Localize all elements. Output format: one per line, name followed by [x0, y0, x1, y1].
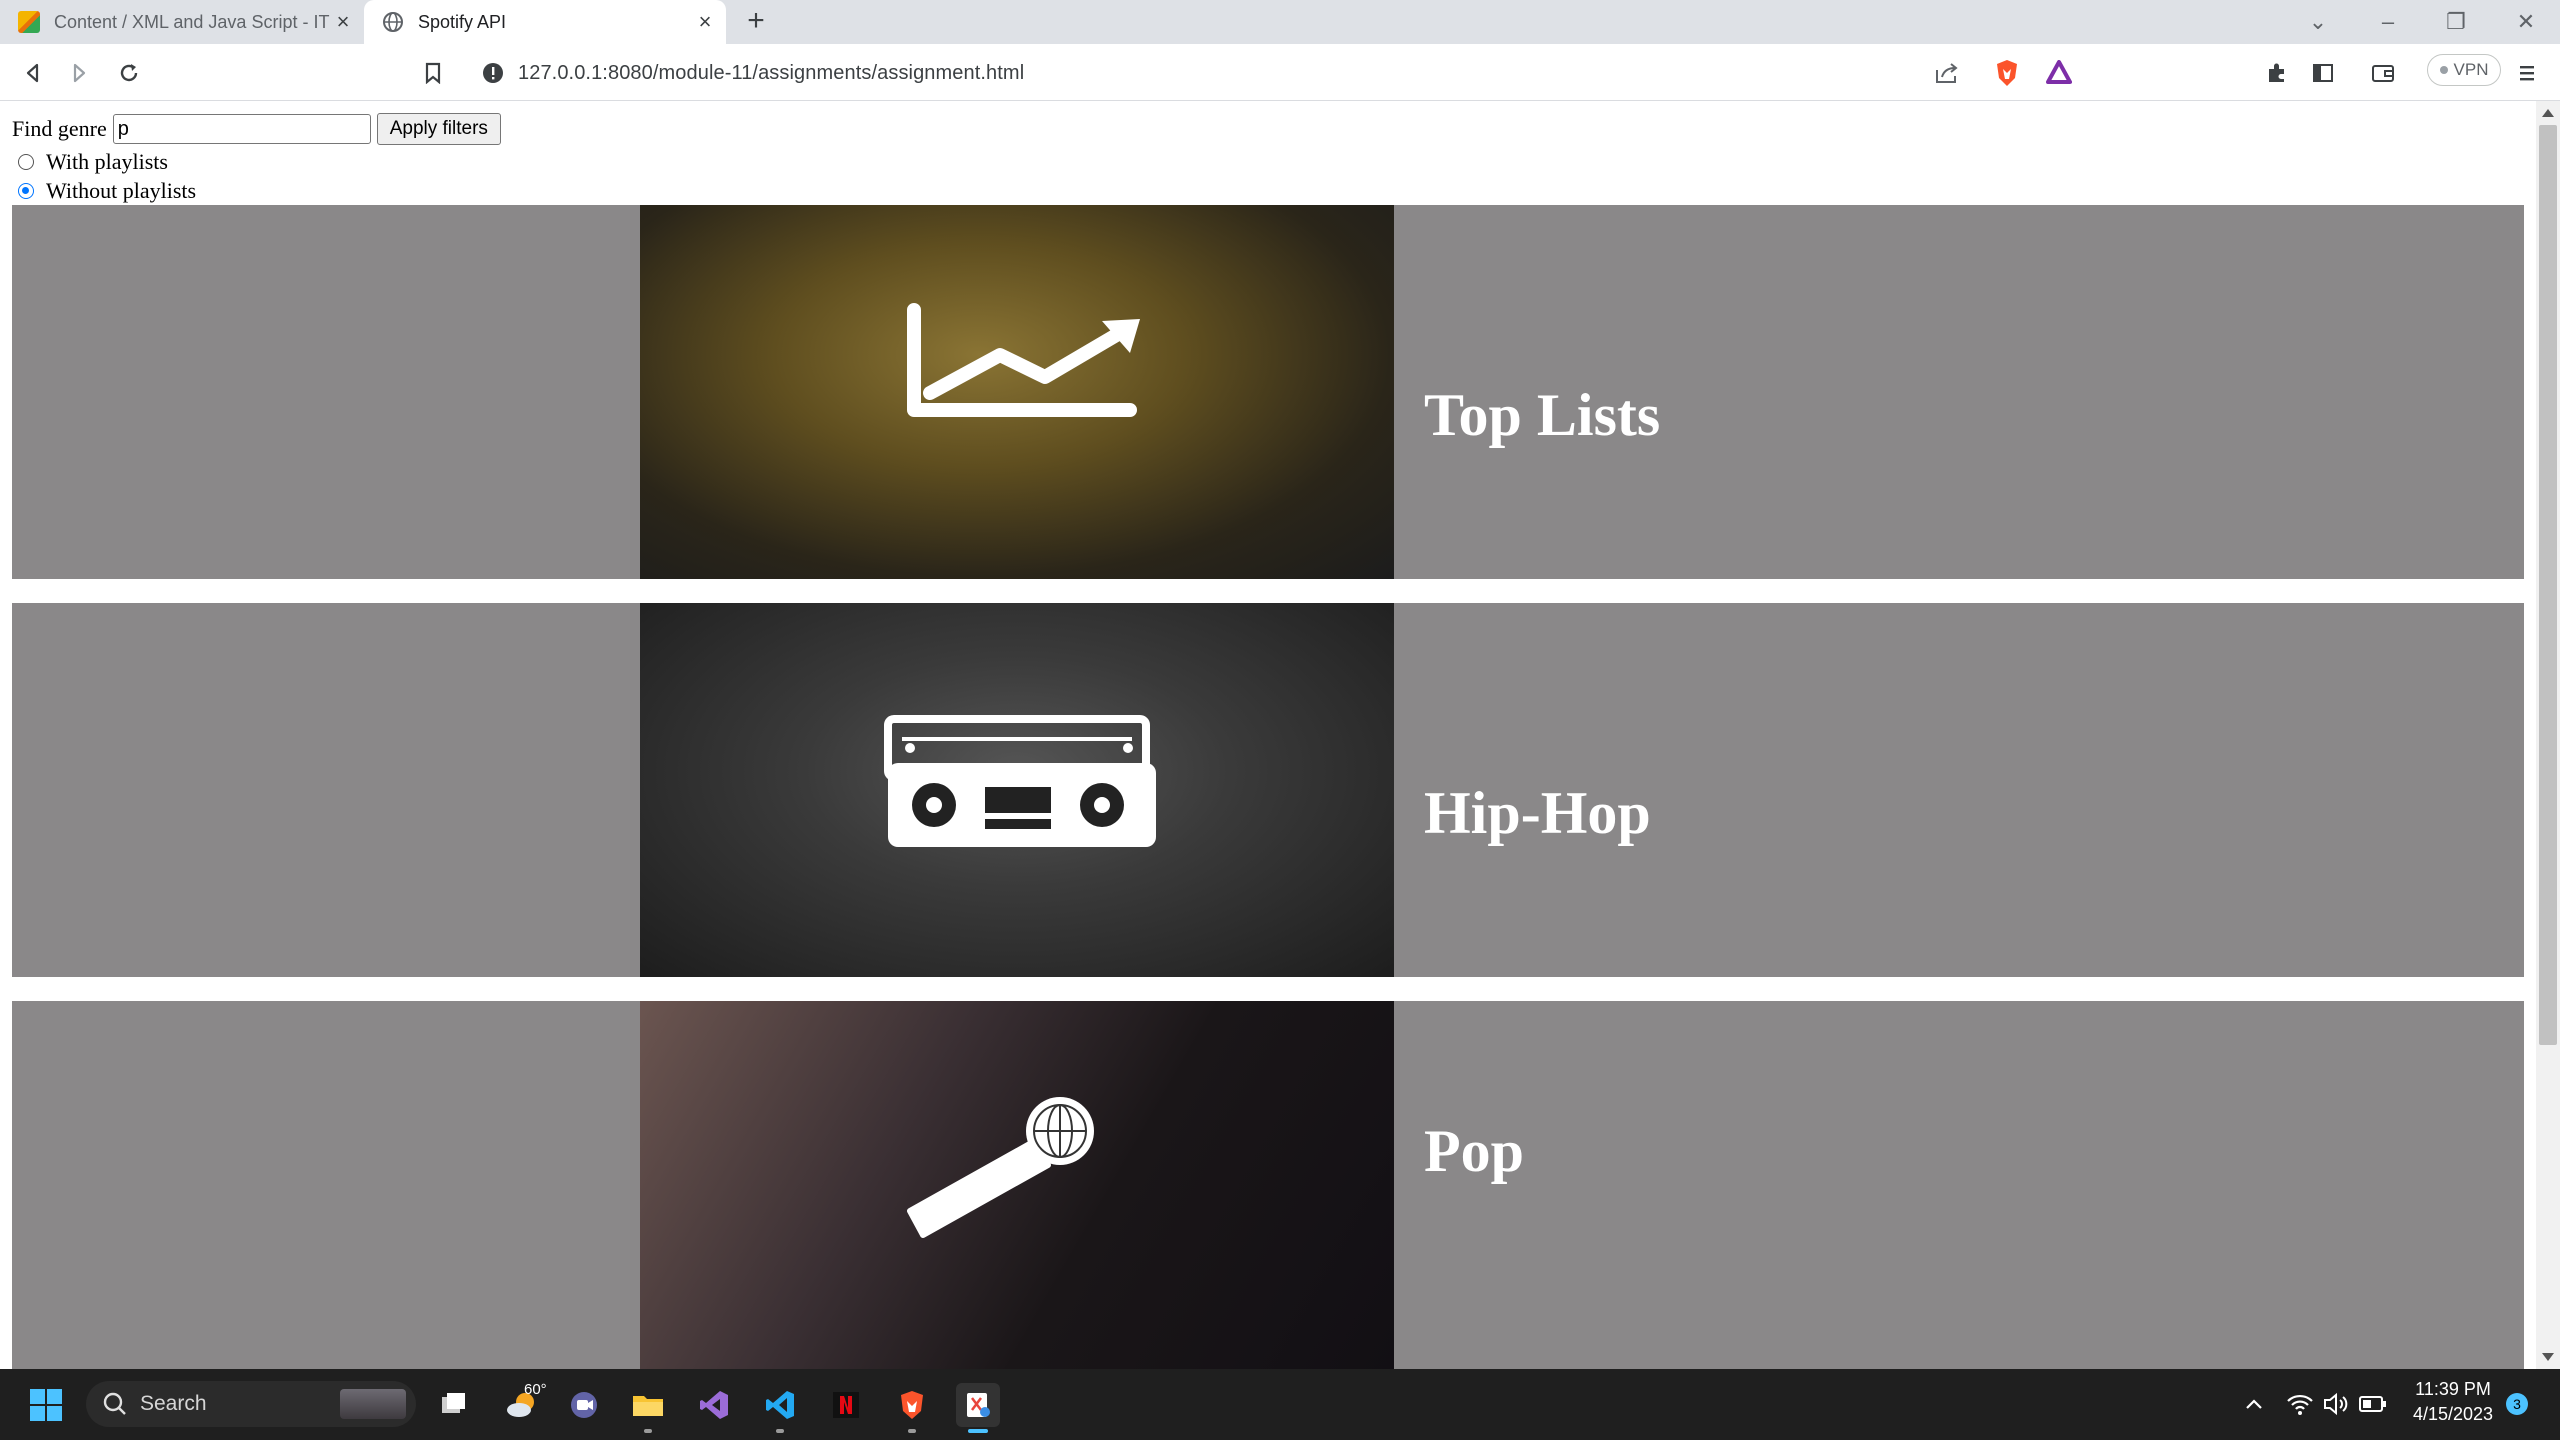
tab-content-xml[interactable]: Content / XML and Java Script - IT ×	[0, 0, 364, 44]
genre-card[interactable]: Hip-Hop	[12, 603, 2524, 977]
scrollbar-thumb[interactable]	[2539, 125, 2557, 1045]
scroll-down-arrow-icon[interactable]	[2542, 1353, 2554, 1361]
snipping-tool-icon[interactable]	[956, 1383, 1000, 1433]
brave-browser-icon[interactable]	[890, 1383, 934, 1433]
clock-date: 4/15/2023	[2412, 1404, 2494, 1424]
url-text: 127.0.0.1:8080/module-11/assignments/ass…	[518, 62, 1025, 84]
running-indicator	[908, 1429, 916, 1433]
battery-icon[interactable]	[2358, 1393, 2388, 1420]
show-hidden-icons-chevron[interactable]	[2240, 1391, 2268, 1419]
wifi-icon[interactable]	[2286, 1391, 2314, 1422]
extensions-icon[interactable]	[2260, 56, 2294, 90]
weather-temp: 60°	[524, 1381, 547, 1398]
volume-icon[interactable]	[2322, 1391, 2350, 1422]
active-indicator	[968, 1429, 988, 1433]
back-button[interactable]	[16, 56, 50, 90]
address-bar[interactable]: 127.0.0.1:8080/module-11/assignments/ass…	[470, 52, 2084, 94]
globe-favicon-icon	[382, 11, 404, 33]
genre-image	[640, 1001, 1394, 1369]
genre-card[interactable]: Pop	[12, 1001, 2524, 1369]
tab-strip: Content / XML and Java Script - IT × Spo…	[0, 0, 2560, 44]
boombox-icon	[884, 715, 1156, 847]
notification-badge[interactable]: 3	[2506, 1393, 2528, 1415]
search-icon	[103, 1392, 126, 1415]
tab-title: Content / XML and Java Script - IT	[54, 11, 330, 32]
genre-image	[640, 603, 1394, 977]
with-playlists-radio[interactable]	[18, 153, 34, 170]
forward-button[interactable]	[62, 56, 96, 90]
close-tab-icon[interactable]: ×	[332, 11, 354, 33]
filter-form: Find genre Apply filters With playlists …	[12, 111, 501, 205]
vscode-icon[interactable]	[758, 1383, 802, 1433]
restore-icon[interactable]: ❐	[2436, 8, 2476, 36]
running-indicator	[776, 1429, 784, 1433]
vpn-button[interactable]: VPN	[2427, 54, 2501, 86]
search-highlight-icon	[340, 1389, 406, 1419]
share-icon[interactable]	[1934, 62, 1960, 89]
minimize-icon[interactable]: –	[2368, 8, 2408, 36]
clock-time: 11:39 PM	[2415, 1379, 2491, 1399]
without-playlists-label: Without playlists	[46, 177, 197, 203]
search-label: Search	[140, 1392, 207, 1415]
microphone-icon	[907, 1097, 1094, 1238]
bookmark-icon[interactable]	[416, 56, 450, 90]
visual-studio-icon[interactable]	[692, 1383, 736, 1427]
brave-shields-icon[interactable]	[1994, 58, 2020, 93]
without-playlists-option[interactable]: Without playlists	[12, 176, 501, 205]
close-window-icon[interactable]: ✕	[2506, 8, 2546, 36]
windows-taskbar: Search 60° 11:39 PM 4/15/2023 3	[0, 1369, 2560, 1440]
vpn-label: VPN	[2453, 60, 2489, 79]
page-viewport: Find genre Apply filters With playlists …	[0, 101, 2536, 1369]
running-indicator	[644, 1429, 652, 1433]
start-button[interactable]	[24, 1383, 68, 1427]
find-genre-input[interactable]	[112, 114, 371, 144]
trending-chart-icon	[907, 303, 1140, 417]
genre-name: Pop	[1424, 1118, 1525, 1184]
browser-toolbar: 127.0.0.1:8080/module-11/assignments/ass…	[0, 44, 2560, 101]
find-genre-label: Find genre	[12, 116, 107, 141]
sidebar-icon[interactable]	[2306, 56, 2340, 90]
weather-widget[interactable]: 60°	[494, 1381, 550, 1427]
genre-list: Top Lists Hip-Hop Pop	[12, 205, 2524, 1369]
with-playlists-option[interactable]: With playlists	[12, 147, 501, 176]
file-explorer-icon[interactable]	[626, 1383, 670, 1433]
genre-image	[640, 205, 1394, 579]
taskbar-search[interactable]: Search	[86, 1381, 416, 1427]
vpn-status-dot-icon	[2439, 66, 2448, 74]
windows-logo-icon	[30, 1389, 62, 1421]
tab-title: Spotify API	[418, 11, 507, 32]
menu-icon[interactable]	[2510, 56, 2544, 90]
close-tab-icon[interactable]: ×	[694, 11, 716, 33]
brave-rewards-icon[interactable]	[2046, 60, 2072, 89]
task-view-icon[interactable]	[432, 1383, 476, 1427]
without-playlists-radio[interactable]	[18, 182, 34, 199]
reload-button[interactable]	[112, 56, 146, 90]
page-scrollbar[interactable]	[2536, 101, 2560, 1369]
netflix-icon[interactable]	[824, 1383, 868, 1427]
genre-name: Top Lists	[1424, 382, 1661, 448]
apply-filters-button[interactable]: Apply filters	[376, 113, 501, 145]
pencil-favicon-icon	[18, 11, 40, 33]
with-playlists-label: With playlists	[46, 148, 168, 174]
new-tab-button[interactable]: +	[740, 6, 772, 38]
genre-name: Hip-Hop	[1424, 780, 1651, 846]
teams-chat-icon[interactable]	[562, 1383, 606, 1427]
tab-search-icon[interactable]: ⌄	[2298, 8, 2338, 36]
scroll-up-arrow-icon[interactable]	[2542, 109, 2554, 117]
site-info-icon[interactable]	[482, 62, 504, 89]
tab-spotify-api[interactable]: Spotify API ×	[364, 0, 726, 44]
genre-card[interactable]: Top Lists	[12, 205, 2524, 579]
wallet-icon[interactable]	[2366, 56, 2400, 90]
clock[interactable]: 11:39 PM 4/15/2023	[2398, 1379, 2508, 1425]
